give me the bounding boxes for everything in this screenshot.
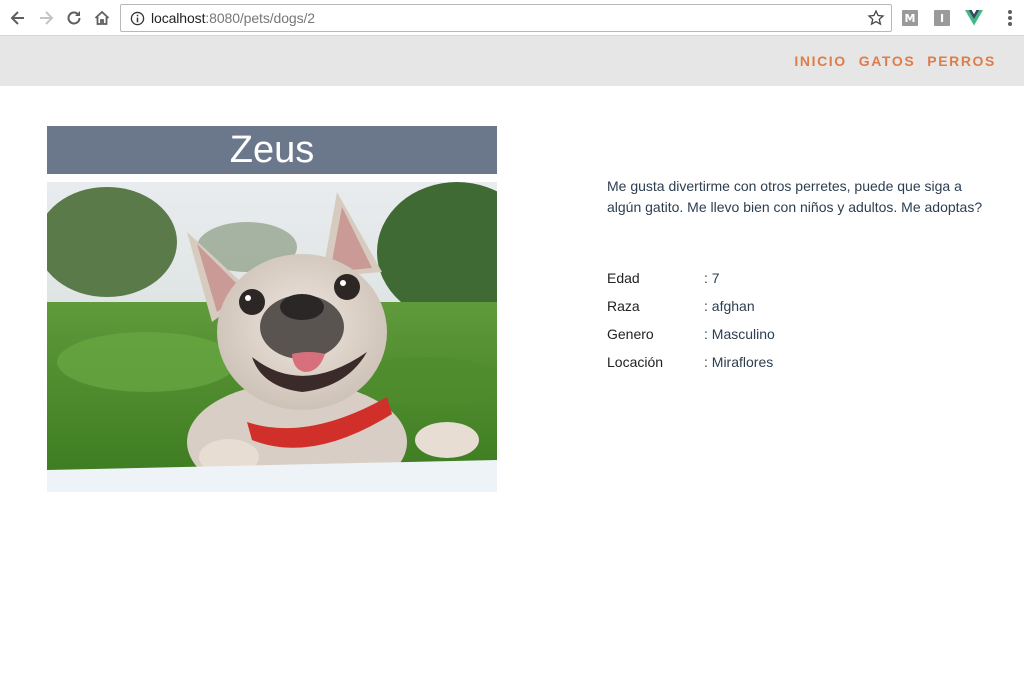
home-button[interactable] <box>90 6 114 30</box>
pet-description: Me gusta divertirme con otros perretes, … <box>607 178 983 215</box>
pet-name: Zeus <box>229 128 315 171</box>
main-nav: INICIO GATOS PERROS <box>794 53 996 69</box>
pet-name-banner: Zeus <box>47 126 497 174</box>
detail-value: : Masculino <box>704 326 775 342</box>
url-text: localhost:8080/pets/dogs/2 <box>151 10 315 26</box>
back-button[interactable] <box>6 6 30 30</box>
pet-photo <box>47 182 497 492</box>
detail-value: : Miraflores <box>704 354 774 370</box>
bookmark-star-icon[interactable] <box>867 9 885 27</box>
browser-menu-icon[interactable] <box>1008 10 1012 26</box>
pet-details: Edad : 7 Raza : afghan Genero : Masculin… <box>607 264 987 376</box>
home-icon <box>94 10 110 25</box>
forward-arrow-icon <box>40 11 54 25</box>
vue-devtools-icon[interactable] <box>965 9 983 27</box>
nav-link-inicio[interactable]: INICIO <box>794 53 846 69</box>
forward-button[interactable] <box>34 6 58 30</box>
back-arrow-icon <box>10 11 24 25</box>
detail-row-raza: Raza : afghan <box>607 292 987 320</box>
reload-icon <box>67 11 81 25</box>
url-host: localhost <box>151 10 206 26</box>
detail-value: : 7 <box>704 270 720 286</box>
detail-row-edad: Edad : 7 <box>607 264 987 292</box>
detail-label: Locación <box>607 354 664 370</box>
detail-row-genero: Genero : Masculino <box>607 320 987 348</box>
address-bar[interactable]: localhost:8080/pets/dogs/2 <box>120 4 892 32</box>
detail-label: Edad <box>607 270 640 286</box>
url-path: :8080/pets/dogs/2 <box>205 10 315 26</box>
info-icon[interactable] <box>129 10 145 26</box>
browser-toolbar: localhost:8080/pets/dogs/2 M I <box>0 0 1024 36</box>
site-header: INICIO GATOS PERROS <box>0 36 1024 86</box>
nav-link-gatos[interactable]: GATOS <box>859 53 916 69</box>
detail-label: Raza <box>607 298 640 314</box>
detail-row-locacion: Locación : Miraflores <box>607 348 987 376</box>
detail-label: Genero <box>607 326 654 342</box>
nav-link-perros[interactable]: PERROS <box>927 53 996 69</box>
detail-value: : afghan <box>704 298 755 314</box>
extension-i-icon[interactable]: I <box>933 9 951 27</box>
extension-m-icon[interactable]: M <box>901 9 919 27</box>
reload-button[interactable] <box>62 6 86 30</box>
